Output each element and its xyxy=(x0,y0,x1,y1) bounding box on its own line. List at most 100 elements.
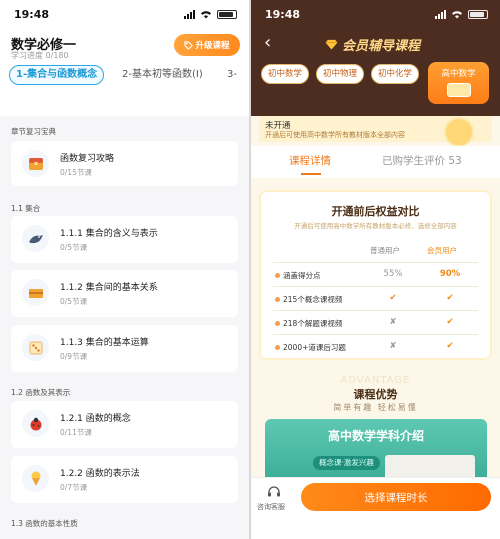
course-catalog-screen: 19:48 ‹ 数学必修一 学习进度 0/180 升级课程 1-集合与函数概念 … xyxy=(0,0,249,539)
headset-icon[interactable] xyxy=(267,485,281,499)
section-label: 1.1 集合 xyxy=(11,204,41,213)
chest-icon xyxy=(22,150,49,177)
lesson-card[interactable]: 1.1.1 集合的含义与表示 0/5节课 xyxy=(11,216,238,263)
status-bar: 19:48 xyxy=(251,0,500,28)
cellular-signal-icon xyxy=(435,9,446,19)
upgrade-course-label: 升级课程 xyxy=(195,41,230,51)
detail-tabs: 课程详情 已购学生评价 53 xyxy=(251,146,500,178)
column-normal-user: 普通用户 xyxy=(370,246,400,255)
comparison-row: 215个概念课视频 ✔ ✔ xyxy=(273,286,478,310)
tab-chapter-3[interactable]: 3- xyxy=(227,65,237,85)
check-icon: ✔ xyxy=(446,317,454,327)
lesson-title: 1.2.2 函数的表示法 xyxy=(60,469,140,479)
lesson-count: 0/5节课 xyxy=(60,243,88,252)
lesson-card[interactable]: 1.1.3 集合的基本运算 0/9节课 xyxy=(11,325,238,372)
lesson-title: 1.2.1 函数的概念 xyxy=(60,414,131,424)
section-label: 1.2 函数及其表示 xyxy=(11,388,71,397)
battery-icon xyxy=(468,9,488,19)
tab-chapter-1[interactable]: 1-集合与函数概念 xyxy=(9,65,105,85)
lesson-count: 0/5节课 xyxy=(60,297,88,306)
row-label: 涵盖得分点 xyxy=(283,271,321,280)
bullet-icon xyxy=(275,297,280,302)
banner-title: 高中数学学科介绍 xyxy=(327,429,424,443)
comparison-row: 涵盖得分点 55% 90% xyxy=(273,262,478,286)
page-title-text: 会员辅导课程 xyxy=(342,39,421,54)
subject-chip-active[interactable]: 高中数学 xyxy=(428,62,489,104)
medal-icon xyxy=(444,117,474,147)
book-illustration xyxy=(385,455,475,477)
diamond-icon xyxy=(325,39,338,50)
comparison-subtitle: 开通后可使用高中数学所有教材版本必修、选修全部内容 xyxy=(294,222,457,230)
check-icon: ✔ xyxy=(389,293,397,303)
notice-desc: 开通后可使用高中数学所有教材版本全部内容 xyxy=(265,131,405,139)
lesson-count: 0/9节课 xyxy=(60,352,88,361)
wifi-icon xyxy=(201,10,211,18)
tv-icon xyxy=(446,83,471,97)
battery-icon xyxy=(217,9,237,19)
check-icon: ✔ xyxy=(446,293,454,303)
subject-chip[interactable]: 初中化学 xyxy=(371,64,420,84)
row-label: 218个解题课视频 xyxy=(283,319,343,328)
benefits-comparison-card: 开通前后权益对比 开通后可使用高中数学所有教材版本必修、选修全部内容 普通用户 … xyxy=(259,190,492,360)
wifi-icon xyxy=(452,10,462,18)
status-time: 19:48 xyxy=(14,8,50,21)
membership-course-screen: 19:48 ‹ 会员辅导课程 初中数学 初中物理 初中化学 高中数学 未开通 开… xyxy=(251,0,500,539)
advantage-watermark: ADVANTAGE xyxy=(340,375,411,386)
subject-intro-banner[interactable]: 高中数学学科介绍 概念课·激发兴趣 xyxy=(265,419,487,477)
check-icon: ✔ xyxy=(446,341,454,351)
lesson-card[interactable]: 1.2.1 函数的概念 0/11节课 xyxy=(11,401,238,448)
chapter-tabs: 1-集合与函数概念 2-基本初等函数(Ⅰ) 3- xyxy=(9,65,249,85)
comparison-title: 开通前后权益对比 xyxy=(331,205,420,218)
row-label: 215个概念课视频 xyxy=(283,295,343,304)
tab-chapter-2[interactable]: 2-基本初等函数(Ⅰ) xyxy=(122,65,203,85)
status-bar: 19:48 xyxy=(0,0,249,28)
lesson-count: 0/7节课 xyxy=(60,483,88,492)
column-member-user: 会员用户 xyxy=(427,246,457,255)
advantage-title: 课程优势 xyxy=(353,388,398,401)
lesson-title: 1.1.3 集合的基本运算 xyxy=(60,338,149,348)
lesson-title: 函数复习攻略 xyxy=(60,154,115,164)
crate-icon xyxy=(22,279,49,306)
cross-icon: ✘ xyxy=(389,341,397,351)
bird-icon xyxy=(22,225,49,252)
lesson-title: 1.1.2 集合间的基本关系 xyxy=(60,283,158,293)
bullet-icon xyxy=(275,345,280,350)
lesson-title: 1.1.1 集合的含义与表示 xyxy=(60,229,158,239)
cross-icon: ✘ xyxy=(389,317,397,327)
tab-course-detail[interactable]: 课程详情 xyxy=(289,153,331,168)
section-label: 1.3 函数的基本性质 xyxy=(11,519,78,528)
banner-pill: 概念课·激发兴趣 xyxy=(313,456,380,470)
course-progress: 学习进度 0/180 xyxy=(11,51,69,60)
lesson-card[interactable]: 函数复习攻略 0/15节课 xyxy=(11,141,238,186)
page-title: 会员辅导课程 xyxy=(325,35,420,54)
ladybug-icon xyxy=(22,410,49,437)
active-tab-indicator xyxy=(301,173,321,175)
tag-icon xyxy=(184,40,194,50)
customer-service-button[interactable]: 咨询客服 xyxy=(257,502,285,512)
subject-chip-label: 高中数学 xyxy=(441,69,476,79)
subject-chip[interactable]: 初中物理 xyxy=(316,64,365,84)
bullet-icon xyxy=(275,273,280,278)
cellular-signal-icon xyxy=(184,9,195,19)
icecream-icon xyxy=(22,465,49,492)
bottom-action-bar: 咨询客服 选择课程时长 xyxy=(251,477,500,539)
comparison-row: 218个解题课视频 ✘ ✔ xyxy=(273,310,478,334)
bullet-icon xyxy=(275,321,280,326)
advantage-subtitle: 简单有趣 轻松易懂 xyxy=(333,403,418,412)
lesson-card[interactable]: 1.2.2 函数的表示法 0/7节课 xyxy=(11,456,238,503)
choose-duration-button[interactable]: 选择课程时长 xyxy=(301,483,491,511)
normal-value: 55% xyxy=(383,269,403,279)
member-value: 90% xyxy=(439,269,461,279)
subject-chip[interactable]: 初中数学 xyxy=(261,64,310,84)
comparison-row: 2000+道课后习题 ✘ ✔ xyxy=(273,334,478,358)
dice-icon xyxy=(22,334,49,361)
upgrade-course-button[interactable]: 升级课程 xyxy=(174,34,240,56)
lesson-count: 0/15节课 xyxy=(60,168,92,177)
row-label: 2000+道课后习题 xyxy=(283,343,346,352)
status-time: 19:48 xyxy=(265,8,301,21)
lesson-card[interactable]: 1.1.2 集合间的基本关系 0/5节课 xyxy=(11,270,238,317)
tab-student-reviews[interactable]: 已购学生评价 53 xyxy=(382,153,462,168)
section-label: 章节复习宝典 xyxy=(11,127,56,136)
lesson-count: 0/11节课 xyxy=(60,428,92,437)
back-button[interactable]: ‹ xyxy=(264,34,271,52)
